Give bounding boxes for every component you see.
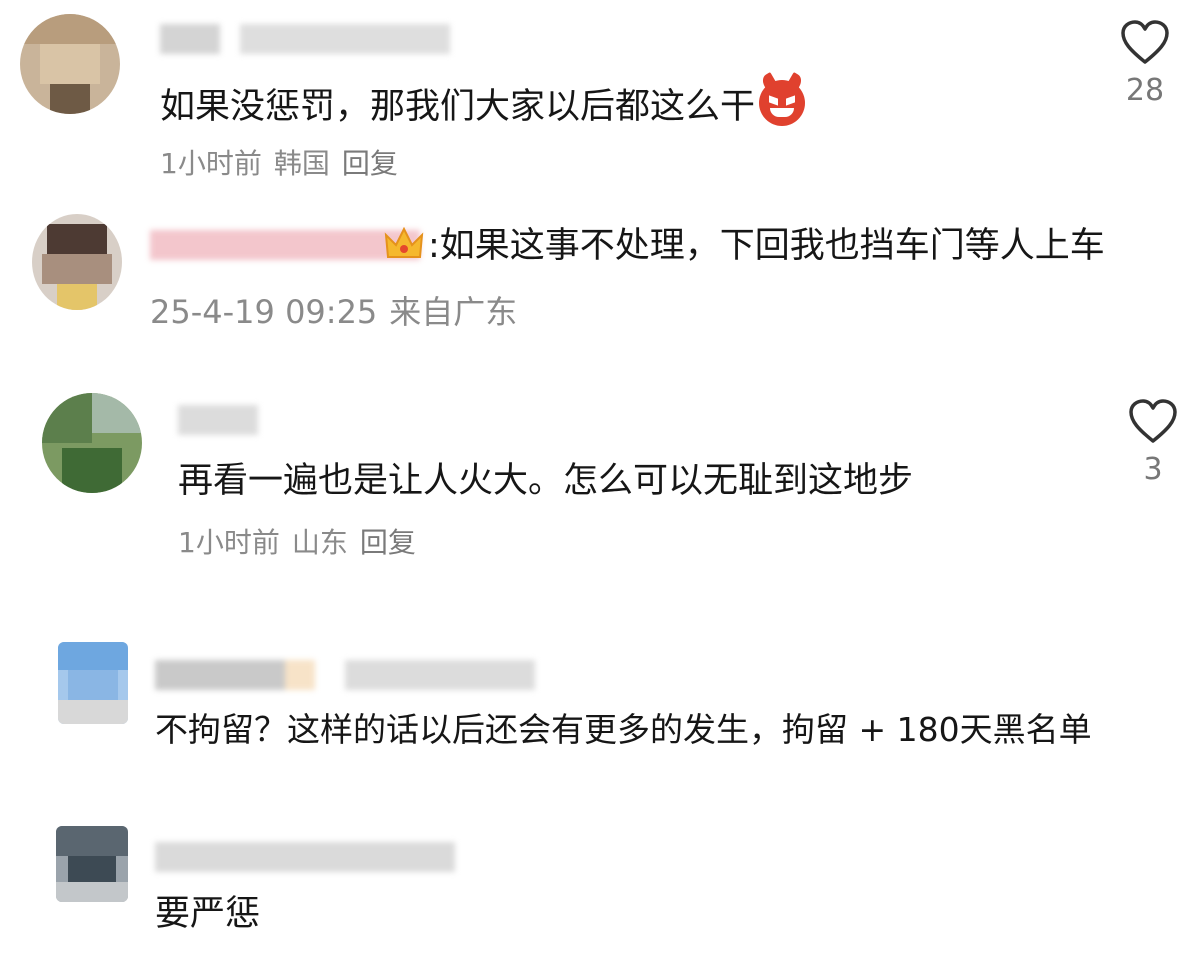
reply-button[interactable]: 回复	[342, 147, 398, 180]
comment-item: 再看一遍也是让人火大。怎么可以无耻到这地步 1小时前 山东 回复 3	[0, 385, 1200, 595]
angry-devil-emoji	[759, 80, 806, 126]
username-blurred[interactable]	[178, 405, 258, 435]
comment-item: 如果没惩罚，那我们大家以后都这么干 1小时前 韩国 回复 28	[0, 0, 1200, 200]
like-button[interactable]: 3	[1118, 399, 1188, 489]
avatar[interactable]	[42, 393, 142, 493]
username-blurred[interactable]	[160, 24, 460, 54]
crown-icon	[384, 226, 424, 261]
comment-meta: 1小时前 山东 回复	[178, 525, 428, 561]
comment-time: 1小时前	[160, 147, 262, 180]
avatar[interactable]	[20, 14, 120, 114]
like-count: 28	[1125, 73, 1165, 108]
avatar[interactable]	[56, 826, 128, 902]
comment-item: 要严惩	[0, 820, 1200, 950]
comment-meta: 25-4-19 09:25 来自广东	[150, 292, 529, 332]
comment-text: 要严惩	[155, 894, 261, 934]
heart-icon[interactable]	[1120, 20, 1170, 66]
heart-icon[interactable]	[1128, 399, 1178, 445]
comment-meta: 1小时前 韩国 回复	[160, 146, 410, 182]
comment-text: 再看一遍也是让人火大。怎么可以无耻到这地步	[178, 461, 914, 501]
comment-location: 来自广东	[389, 293, 518, 331]
comment-text: :如果这事不处理，下回我也挡车门等人上车	[380, 224, 1105, 268]
comment-location: 山东	[291, 526, 348, 559]
avatar[interactable]	[32, 214, 122, 310]
comment-item: 不拘留？这样的话以后还会有更多的发生，拘留 + 180天黑名单	[0, 640, 1200, 770]
comment-text: 不拘留？这样的话以后还会有更多的发生，拘留 + 180天黑名单	[155, 710, 1092, 749]
comment-item: :如果这事不处理，下回我也挡车门等人上车 25-4-19 09:25 来自广东	[0, 200, 1200, 360]
comment-text: 如果没惩罚，那我们大家以后都这么干	[160, 80, 806, 129]
comment-time: 25-4-19 09:25	[150, 293, 378, 331]
like-button[interactable]: 28	[1110, 20, 1180, 110]
avatar[interactable]	[58, 642, 128, 724]
like-count: 3	[1143, 452, 1163, 487]
comment-time: 1小时前	[178, 526, 280, 559]
username-blurred[interactable]	[155, 660, 535, 690]
comment-location: 韩国	[273, 147, 330, 180]
username-blurred[interactable]	[155, 842, 455, 872]
reply-button[interactable]: 回复	[360, 526, 416, 559]
